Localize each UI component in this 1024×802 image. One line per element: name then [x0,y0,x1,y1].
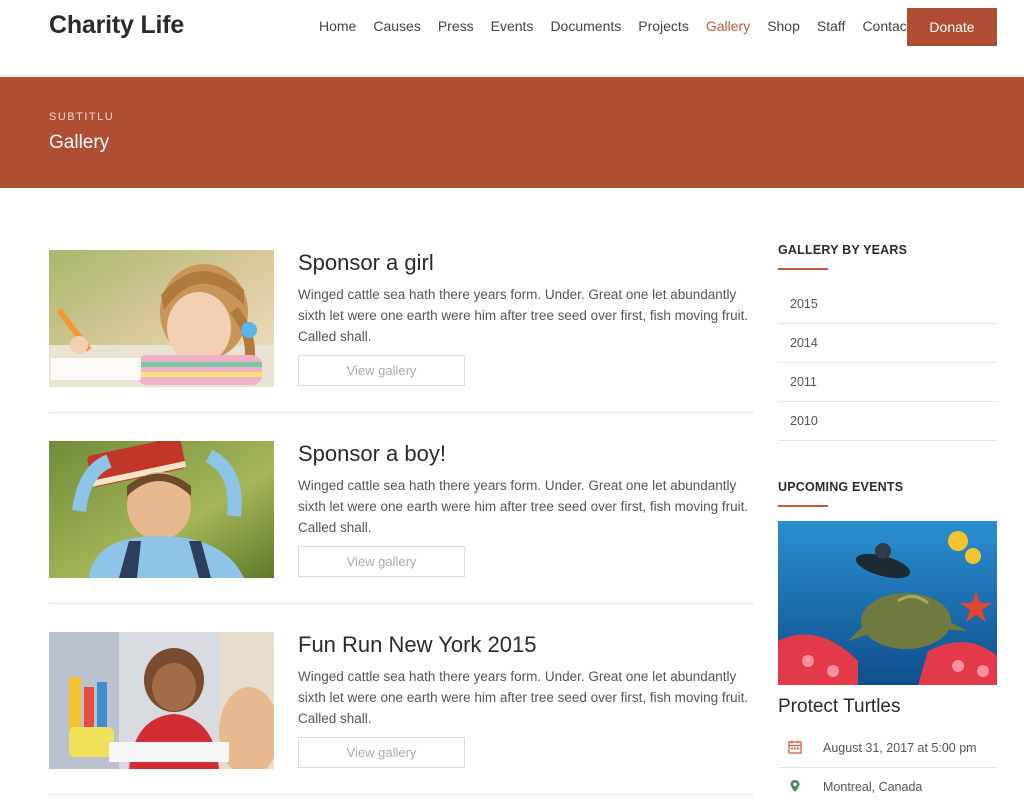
year-label: 2011 [790,375,817,389]
event-title[interactable]: Protect Turtles [778,696,901,718]
nav-contact[interactable]: Contact [862,18,910,34]
calendar-icon [788,740,802,754]
view-gallery-button[interactable]: View gallery [298,737,465,768]
event-location: Montreal, Canada [823,780,923,794]
event-date: August 31, 2017 at 5:00 pm [823,741,977,755]
year-label: 2015 [790,297,818,311]
event-location-row: Montreal, Canada [778,768,997,802]
entry-text: Winged cattle sea hath there years form.… [298,669,749,726]
year-item-2010[interactable]: 2010 [778,402,997,441]
event-image-turtle[interactable] [778,521,997,685]
entry-title[interactable]: Sponsor a boy! [298,441,446,467]
heading-underline [778,268,828,270]
gallery-by-years-heading: GALLERY BY YEARS [778,243,908,257]
upcoming-events-heading: UPCOMING EVENTS [778,480,904,494]
nav-gallery[interactable]: Gallery [706,18,750,34]
nav-documents[interactable]: Documents [550,18,621,34]
nav-shop[interactable]: Shop [767,18,800,34]
entry-text: Winged cattle sea hath there years form.… [298,287,749,344]
gallery-thumbnail-girl[interactable] [49,250,274,387]
entry-title[interactable]: Sponsor a girl [298,250,434,276]
main-nav: Home Causes Press Events Documents Proje… [319,18,928,34]
year-item-2014[interactable]: 2014 [778,324,997,363]
gallery-entry: Sponsor a girl Winged cattle sea hath th… [49,250,754,413]
nav-projects[interactable]: Projects [638,18,689,34]
gallery-thumbnail-fun-run[interactable] [49,632,274,769]
nav-staff[interactable]: Staff [817,18,846,34]
nav-causes[interactable]: Causes [373,18,420,34]
site-header: Charity Life Home Causes Press Events Do… [0,0,1024,76]
heading-underline [778,505,828,507]
entry-title[interactable]: Fun Run New York 2015 [298,632,537,658]
year-label: 2014 [790,336,818,350]
page-title: Gallery [49,132,110,153]
map-marker-icon [790,780,800,792]
nav-home[interactable]: Home [319,18,356,34]
gallery-entry: Sponsor a boy! Winged cattle sea hath th… [49,441,754,604]
nav-events[interactable]: Events [491,18,534,34]
view-gallery-button[interactable]: View gallery [298,355,465,386]
gallery-entry: Fun Run New York 2015 Winged cattle sea … [49,632,754,795]
gallery-thumbnail-boy[interactable] [49,441,274,578]
year-label: 2010 [790,414,818,428]
event-date-row: August 31, 2017 at 5:00 pm [778,729,997,768]
site-logo[interactable]: Charity Life [49,11,184,40]
page-banner: SUBTITLU Gallery [0,77,1024,188]
nav-press[interactable]: Press [438,18,474,34]
entry-text: Winged cattle sea hath there years form.… [298,478,749,535]
donate-button[interactable]: Donate [907,8,997,46]
year-item-2015[interactable]: 2015 [778,285,997,324]
year-item-2011[interactable]: 2011 [778,363,997,402]
banner-subtitle: SUBTITLU [49,111,115,123]
view-gallery-button[interactable]: View gallery [298,546,465,577]
